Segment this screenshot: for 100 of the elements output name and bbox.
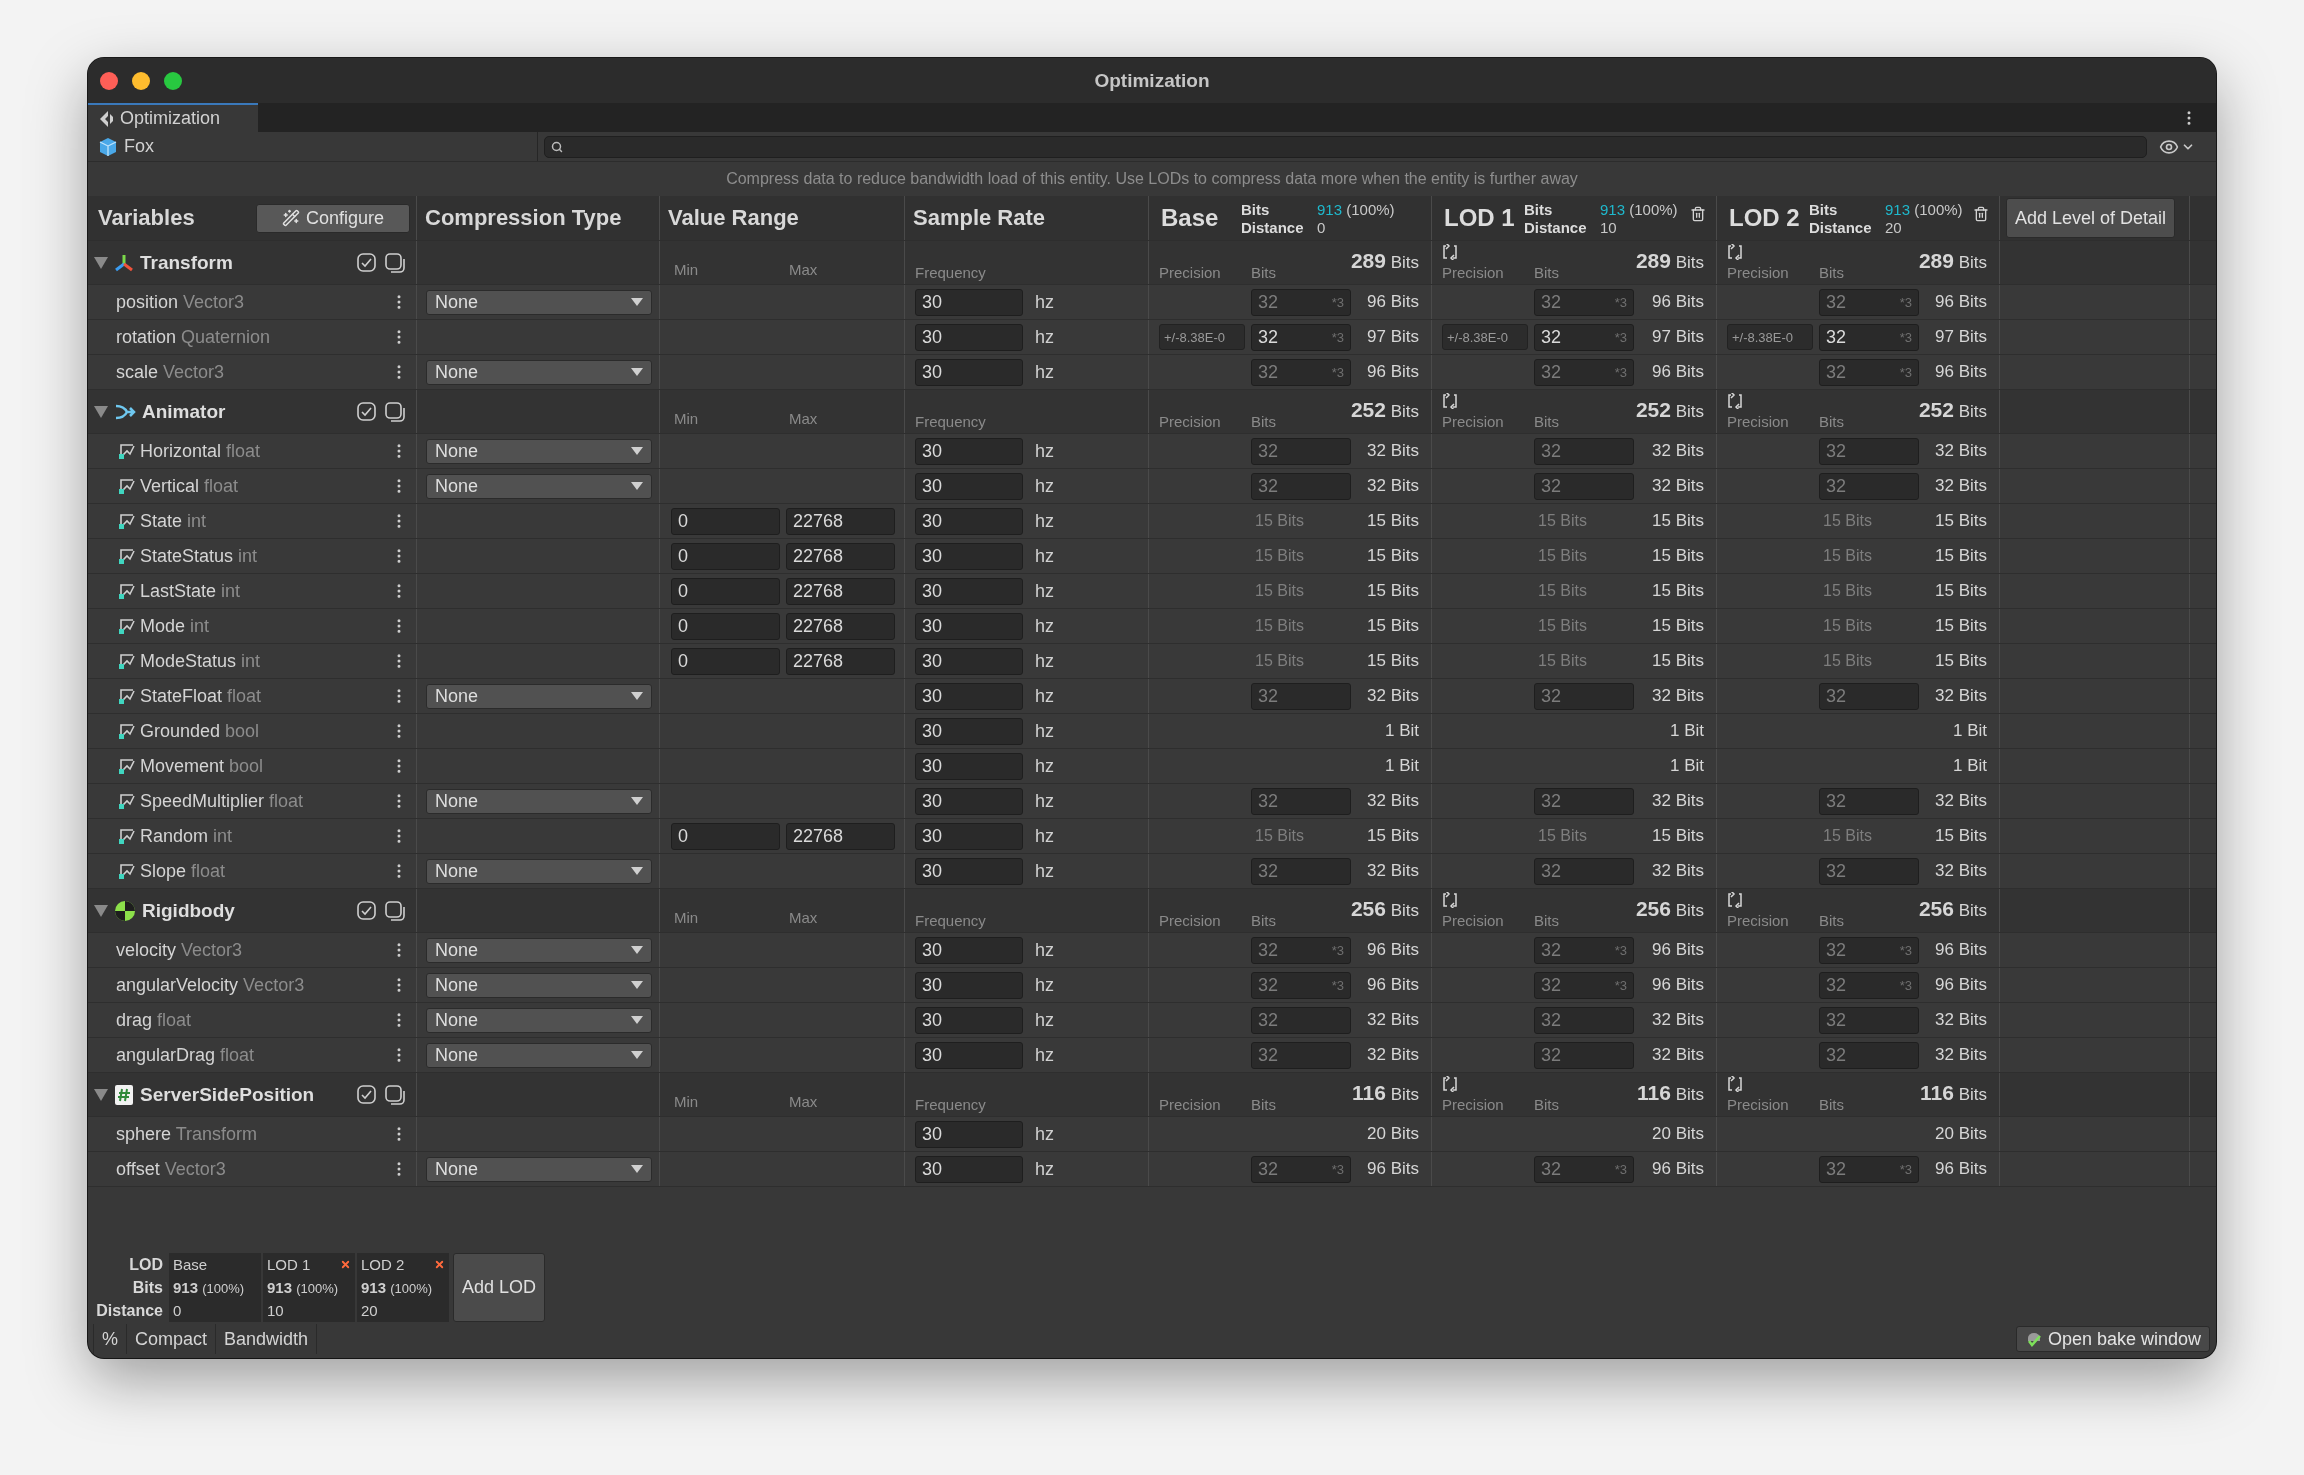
frequency-field[interactable]: 30 xyxy=(915,752,1023,780)
trash-icon[interactable] xyxy=(1973,206,1989,222)
compression-dropdown[interactable]: None xyxy=(426,289,652,315)
max-field[interactable]: 22768 xyxy=(786,507,895,535)
frequency-field[interactable]: 30 xyxy=(915,507,1023,535)
compression-dropdown[interactable]: None xyxy=(426,473,652,499)
compression-dropdown[interactable]: None xyxy=(426,937,652,963)
checkbox-icon[interactable] xyxy=(356,1083,378,1106)
computed-bits-label: 15 Bits xyxy=(1254,827,1304,845)
bits-field[interactable]: 32 *3 xyxy=(1534,323,1634,351)
expand-triangle-icon[interactable] xyxy=(94,256,108,269)
frequency-field[interactable]: 30 xyxy=(915,437,1023,465)
minimize-window-button[interactable] xyxy=(132,71,150,90)
total-bits-label: 1 Bit xyxy=(1952,721,1987,741)
total-bits-label: 256 Bits xyxy=(1918,897,1987,921)
frequency-field[interactable]: 30 xyxy=(915,822,1023,850)
frequency-field[interactable]: 30 xyxy=(915,682,1023,710)
frequency-field[interactable]: 30 xyxy=(915,288,1023,316)
reset-icon[interactable] xyxy=(1727,1076,1743,1092)
reset-icon[interactable] xyxy=(1727,244,1743,260)
compression-dropdown[interactable]: None xyxy=(426,972,652,998)
trash-icon[interactable] xyxy=(1690,206,1706,222)
editor-tab[interactable]: Optimization xyxy=(88,103,258,132)
distance-value: 10 xyxy=(267,1302,284,1319)
open-bake-window-button[interactable]: Open bake window xyxy=(2015,1326,2210,1352)
precision-field[interactable]: +/-8.38E-0 xyxy=(1727,324,1813,350)
copy-icon[interactable] xyxy=(384,1083,406,1106)
frequency-field[interactable]: 30 xyxy=(915,647,1023,675)
search-field[interactable] xyxy=(544,135,2147,158)
compression-dropdown[interactable]: None xyxy=(426,438,652,464)
frequency-field[interactable]: 30 xyxy=(915,323,1023,351)
view-tab[interactable]: Compact xyxy=(127,1324,217,1354)
view-tab[interactable]: % xyxy=(93,1324,127,1354)
checkbox-icon[interactable] xyxy=(356,251,378,274)
min-field[interactable]: 0 xyxy=(671,647,780,675)
remove-icon[interactable] xyxy=(340,1259,351,1270)
caret-icon xyxy=(631,298,643,306)
frequency-field[interactable]: 30 xyxy=(915,612,1023,640)
copy-icon[interactable] xyxy=(384,400,406,423)
frequency-field[interactable]: 30 xyxy=(915,971,1023,999)
copy-icon[interactable] xyxy=(384,251,406,274)
expand-triangle-icon[interactable] xyxy=(94,904,108,917)
max-field[interactable]: 22768 xyxy=(786,577,895,605)
min-field[interactable]: 0 xyxy=(671,822,780,850)
variable-label: Mode int xyxy=(140,615,210,637)
variable-label: velocity Vector3 xyxy=(116,939,243,961)
frequency-field[interactable]: 30 xyxy=(915,787,1023,815)
compression-dropdown[interactable]: None xyxy=(426,683,652,709)
min-field[interactable]: 0 xyxy=(671,542,780,570)
compression-dropdown[interactable]: None xyxy=(426,858,652,884)
compression-dropdown[interactable]: None xyxy=(426,359,652,385)
reset-icon[interactable] xyxy=(1727,892,1743,908)
frequency-field[interactable]: 30 xyxy=(915,1006,1023,1034)
frequency-field[interactable]: 30 xyxy=(915,857,1023,885)
bits-field[interactable]: 32 *3 xyxy=(1251,323,1351,351)
view-tab[interactable]: Bandwidth xyxy=(216,1324,318,1354)
zoom-window-button[interactable] xyxy=(164,71,182,90)
precision-field[interactable]: +/-8.38E-0 xyxy=(1442,324,1528,350)
min-field[interactable]: 0 xyxy=(671,507,780,535)
reset-icon[interactable] xyxy=(1442,244,1458,260)
window-title: Optimization xyxy=(1094,69,1210,92)
frequency-field[interactable]: 30 xyxy=(915,472,1023,500)
frequency-field[interactable]: 30 xyxy=(915,542,1023,570)
checkbox-icon[interactable] xyxy=(356,400,378,423)
configure-button[interactable]: Configure xyxy=(256,203,410,233)
search-icon xyxy=(551,140,563,153)
min-field[interactable]: 0 xyxy=(671,577,780,605)
frequency-field[interactable]: 30 xyxy=(915,717,1023,745)
max-field[interactable]: 22768 xyxy=(786,542,895,570)
frequency-field[interactable]: 30 xyxy=(915,358,1023,386)
frequency-field[interactable]: 30 xyxy=(915,1120,1023,1148)
add-lod-button[interactable]: Add LOD xyxy=(453,1253,545,1322)
min-field[interactable]: 0 xyxy=(671,612,780,640)
compression-dropdown[interactable]: None xyxy=(426,1007,652,1033)
frequency-field[interactable]: 30 xyxy=(915,1155,1023,1183)
compression-dropdown[interactable]: None xyxy=(426,1042,652,1068)
expand-triangle-icon[interactable] xyxy=(94,1088,108,1101)
max-field[interactable]: 22768 xyxy=(786,647,895,675)
frequency-field[interactable]: 30 xyxy=(915,577,1023,605)
reset-icon[interactable] xyxy=(1442,892,1458,908)
max-field[interactable]: 22768 xyxy=(786,612,895,640)
compression-dropdown[interactable]: None xyxy=(426,788,652,814)
compression-dropdown[interactable]: None xyxy=(426,1156,652,1182)
total-bits-label: 20 Bits xyxy=(1652,1124,1704,1144)
bits-field[interactable]: 32 *3 xyxy=(1819,323,1919,351)
bits-label: Bits xyxy=(1251,912,1276,929)
reset-icon[interactable] xyxy=(1442,1076,1458,1092)
reset-icon[interactable] xyxy=(1727,393,1743,409)
remove-icon[interactable] xyxy=(434,1259,445,1270)
bits-value: 913 (100%) xyxy=(1885,200,1963,218)
checkbox-icon[interactable] xyxy=(356,899,378,922)
expand-triangle-icon[interactable] xyxy=(94,405,108,418)
frequency-field[interactable]: 30 xyxy=(915,1041,1023,1069)
add-level-button[interactable]: Add Level of Detail xyxy=(2006,198,2176,238)
max-field[interactable]: 22768 xyxy=(786,822,895,850)
frequency-field[interactable]: 30 xyxy=(915,936,1023,964)
copy-icon[interactable] xyxy=(384,899,406,922)
reset-icon[interactable] xyxy=(1442,393,1458,409)
precision-field[interactable]: +/-8.38E-0 xyxy=(1159,324,1245,350)
close-window-button[interactable] xyxy=(100,71,118,90)
